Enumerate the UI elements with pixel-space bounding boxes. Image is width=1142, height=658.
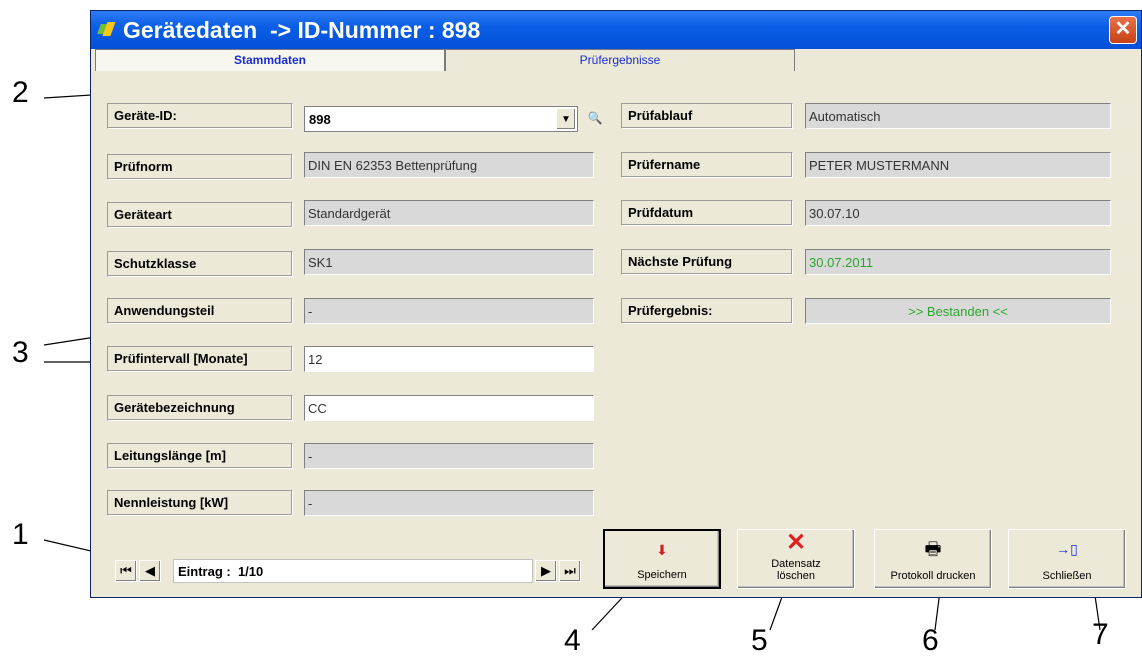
delete-record-button[interactable]: ✕ Datensatz löschen — [737, 529, 855, 589]
annotation-4: 4 — [564, 624, 581, 657]
label-schutzklasse: Schutzklasse — [107, 251, 293, 277]
label-nennleistung: Nennleistung [kW] — [107, 490, 293, 516]
first-record-icon[interactable]: ⏮ — [115, 560, 137, 582]
last-record-icon[interactable]: ⏭ — [559, 560, 581, 582]
print-button-label: Protokoll drucken — [890, 570, 976, 582]
label-anwendungsteil: Anwendungsteil — [107, 298, 293, 324]
label-naechste-pruefung: Nächste Prüfung — [621, 249, 793, 275]
window-title: Gerätedaten -> ID-Nummer : 898 — [123, 16, 481, 43]
anwendungsteil-field[interactable]: - — [304, 298, 594, 324]
pruefablauf-field[interactable]: Automatisch — [805, 103, 1111, 129]
pruefergebnis-field[interactable]: >> Bestanden << — [805, 298, 1111, 324]
save-button[interactable]: ⬇ Speichern — [603, 529, 721, 589]
geraeteart-field[interactable]: Standardgerät — [304, 200, 594, 226]
annotation-1: 1 — [12, 518, 29, 551]
binoculars-search-icon[interactable]: 🔍 — [584, 106, 606, 132]
close-window-button[interactable]: ✕ — [1109, 16, 1137, 44]
next-record-icon[interactable]: ▶ — [535, 560, 557, 582]
record-navigation: ⏮ ◀ Eintrag : 1/10 ▶ ⏭ — [115, 557, 585, 585]
app-icon — [97, 20, 119, 40]
leitungslaenge-field[interactable]: - — [304, 443, 594, 469]
geraete-id-combobox[interactable]: 898 ▼ — [304, 106, 578, 132]
pruefnorm-field[interactable]: DIN EN 62353 Bettenprüfung — [304, 152, 594, 178]
label-geraetebezeichnung: Gerätebezeichnung — [107, 395, 293, 421]
label-pruefername: Prüfername — [621, 152, 793, 178]
tab-bar: Stammdaten Prüfergebnisse — [91, 49, 1141, 71]
naechste-pruefung-field[interactable]: 30.07.2011 — [805, 249, 1111, 275]
label-leitungslaenge: Leitungslänge [m] — [107, 443, 293, 469]
pruefdatum-field[interactable]: 30.07.10 — [805, 200, 1111, 226]
label-pruefintervall: Prüfintervall [Monate] — [107, 346, 293, 372]
annotation-5: 5 — [751, 624, 768, 657]
delete-label-line1: Datensatz — [771, 558, 821, 570]
label-pruefergebnis: Prüfergebnis: — [621, 298, 793, 324]
title-bar[interactable]: Gerätedaten -> ID-Nummer : 898 ✕ — [91, 11, 1141, 49]
geraete-id-value: 898 — [309, 112, 331, 127]
geraetebezeichnung-input[interactable]: CC — [304, 395, 594, 421]
close-button-label: Schließen — [1042, 570, 1092, 582]
annotation-7: 7 — [1092, 618, 1109, 651]
pruefername-field[interactable]: PETER MUSTERMANN — [805, 152, 1111, 178]
save-disk-icon: ⬇ — [656, 542, 668, 558]
delete-button-label: Datensatz löschen — [738, 558, 854, 582]
annotation-2: 2 — [12, 76, 29, 109]
chevron-down-icon[interactable]: ▼ — [556, 108, 576, 130]
entry-counter: Eintrag : 1/10 — [173, 559, 533, 583]
tab-stammdaten[interactable]: Stammdaten — [95, 49, 445, 71]
device-data-window: Gerätedaten -> ID-Nummer : 898 ✕ Stammda… — [90, 10, 1142, 598]
tab-pruefergebnisse[interactable]: Prüfergebnisse — [445, 49, 795, 71]
label-pruefablauf: Prüfablauf — [621, 103, 793, 129]
delete-label-line2: löschen — [777, 570, 815, 582]
schutzklasse-field[interactable]: SK1 — [304, 249, 594, 275]
label-geraete-id: Geräte-ID: — [107, 103, 293, 129]
nennleistung-field[interactable]: - — [304, 490, 594, 516]
label-geraeteart: Geräteart — [107, 202, 293, 228]
previous-record-icon[interactable]: ◀ — [139, 560, 161, 582]
label-pruefdatum: Prüfdatum — [621, 200, 793, 226]
save-button-label: Speichern — [637, 569, 687, 581]
printer-icon: 🖶 — [924, 539, 942, 559]
annotation-6: 6 — [922, 624, 939, 657]
annotation-3: 3 — [12, 336, 29, 369]
close-button[interactable]: →▯ Schließen — [1008, 529, 1126, 589]
label-pruefnorm: Prüfnorm — [107, 154, 293, 180]
exit-door-icon: →▯ — [1056, 541, 1078, 557]
delete-x-icon: ✕ — [785, 529, 807, 556]
pruefintervall-input[interactable]: 12 — [304, 346, 594, 372]
print-protocol-button[interactable]: 🖶 Protokoll drucken — [874, 529, 992, 589]
